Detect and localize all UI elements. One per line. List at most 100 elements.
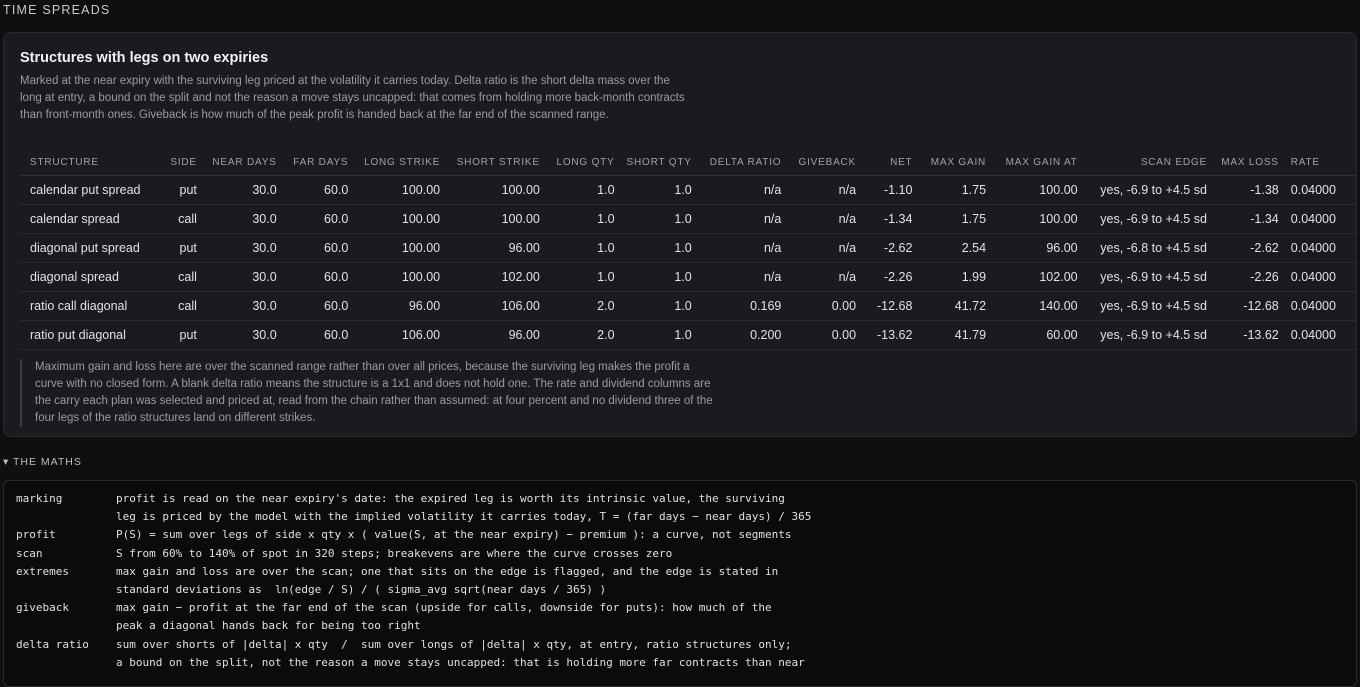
- table-cell: put: [157, 175, 203, 205]
- table-cell: 106.00: [354, 320, 447, 350]
- table-cell: ratio put diagonal: [20, 320, 158, 350]
- table-cell: yes, -6.9 to +4.5 sd: [1083, 175, 1213, 205]
- maths-term: delta ratio: [16, 637, 89, 651]
- table-cell: 30.0: [202, 204, 283, 234]
- table-cell: 1.75: [918, 204, 993, 234]
- table-cell: 0.04000: [1284, 320, 1356, 350]
- column-header: SHORT STRIKE: [446, 149, 546, 176]
- table-cell: 0.00: [787, 291, 863, 321]
- table-cell: 60.0: [282, 204, 355, 234]
- table-note: Maximum gain and loss here are over the …: [20, 359, 715, 427]
- table-cell: -2.62: [862, 233, 919, 263]
- table-cell: -1.10: [862, 175, 919, 205]
- maths-term: profit: [16, 528, 56, 542]
- table-cell: 96.00: [354, 291, 447, 321]
- maths-entry: delta ratio sum over shorts of |delta| x …: [4, 636, 1356, 672]
- table-cell: 60.0: [282, 233, 355, 263]
- table-cell: diagonal put spread: [20, 233, 158, 263]
- column-header: LONG QTY: [545, 149, 621, 176]
- table-cell: 2.0: [545, 291, 621, 321]
- table-cell: 60.0: [282, 262, 355, 292]
- table-cell: 60.00: [992, 320, 1084, 350]
- maths-definition-line: profit is read on the near expiry's date…: [116, 492, 785, 505]
- maths-term: giveback: [16, 601, 69, 615]
- table-cell: -1.34: [1212, 204, 1285, 234]
- table-cell: 0.04000: [1284, 291, 1356, 321]
- table-cell: 0.169: [697, 291, 788, 321]
- table-cell: -12.68: [1212, 291, 1285, 321]
- section-title: TIME SPREADS: [3, 3, 111, 17]
- table-cell: 1.0: [545, 204, 621, 234]
- table-cell: n/a: [697, 175, 788, 205]
- table-cell: -2.62: [1212, 233, 1285, 263]
- table-row: ratio call diagonal call 30.0 60.0 96.00 106.…: [20, 291, 1356, 321]
- table-cell: 100.00: [446, 175, 546, 205]
- table-cell: 102.00: [446, 262, 546, 292]
- table-cell: 30.0: [202, 320, 283, 350]
- table-cell: 1.0: [620, 175, 698, 205]
- maths-definition-line: a bound on the split, not the reason a m…: [116, 655, 805, 669]
- table-row: calendar spread call 30.0 60.0 100.00 100.00 1…: [20, 204, 1356, 234]
- table-row: calendar put spread put 30.0 60.0 100.00 100.…: [20, 175, 1356, 205]
- table-cell: 41.79: [918, 320, 993, 350]
- table-row: diagonal put spread put 30.0 60.0 100.00 96.0…: [20, 233, 1356, 263]
- table-cell: n/a: [787, 233, 863, 263]
- table-cell: 102.00: [992, 262, 1084, 292]
- table-cell: 1.0: [620, 320, 698, 350]
- maths-definition-line: leg is priced by the model with the impl…: [116, 510, 812, 524]
- table-cell: put: [157, 320, 203, 350]
- table-cell: 0.04000: [1284, 233, 1356, 263]
- table-cell: -1.38: [1212, 175, 1285, 205]
- table-cell: put: [157, 233, 203, 263]
- maths-definition-line: standard deviations as ln(edge / S) / ( …: [116, 582, 607, 596]
- table-cell: call: [157, 291, 203, 321]
- column-header: SIDE: [157, 149, 203, 176]
- table-cell: 60.0: [282, 291, 355, 321]
- column-header: MAX GAIN: [918, 149, 993, 176]
- table-cell: 106.00: [446, 291, 546, 321]
- table-row: diagonal spread call 30.0 60.0 100.00 102.00 1…: [20, 262, 1356, 292]
- column-header: MAX GAIN AT: [992, 149, 1084, 176]
- column-header: LONG STRIKE: [354, 149, 447, 176]
- table-cell: -13.62: [1212, 320, 1285, 350]
- table-cell: -13.62: [862, 320, 919, 350]
- table-cell: yes, -6.9 to +4.5 sd: [1083, 262, 1213, 292]
- table-cell: 100.00: [992, 204, 1084, 234]
- table-cell: n/a: [787, 175, 863, 205]
- table-header-row: STRUCTURE SIDE NEAR DAYS FAR DAYS LONG S…: [20, 149, 1356, 176]
- table-cell: 30.0: [202, 175, 283, 205]
- table-cell: yes, -6.9 to +4.5 sd: [1083, 320, 1213, 350]
- column-header: FAR DAYS: [282, 149, 355, 176]
- structures-table: STRUCTURE SIDE NEAR DAYS FAR DAYS LONG S…: [20, 149, 1356, 350]
- maths-entry: giveback max gain − profit at the far end…: [4, 599, 1356, 635]
- table-cell: 30.0: [202, 233, 283, 263]
- table-cell: n/a: [697, 262, 788, 292]
- structures-table-container[interactable]: STRUCTURE SIDE NEAR DAYS FAR DAYS LONG S…: [20, 149, 1356, 351]
- table-cell: -2.26: [862, 262, 919, 292]
- column-header: STRUCTURE: [20, 149, 158, 176]
- maths-toggle[interactable]: ▾ THE MATHS: [3, 456, 82, 468]
- table-cell: -2.26: [1212, 262, 1285, 292]
- table-cell: 100.00: [992, 175, 1084, 205]
- table-cell: 0.00: [787, 320, 863, 350]
- table-cell: 100.00: [446, 204, 546, 234]
- table-cell: 140.00: [992, 291, 1084, 321]
- table-cell: 1.0: [545, 175, 621, 205]
- table-cell: n/a: [787, 204, 863, 234]
- maths-entry: scan S from 60% to 140% of spot in 320 st…: [4, 545, 1356, 563]
- table-cell: 100.00: [354, 175, 447, 205]
- table-cell: 96.00: [446, 320, 546, 350]
- maths-definition-line: peak a diagonal hands back for being too…: [116, 619, 421, 633]
- table-cell: ratio call diagonal: [20, 291, 158, 321]
- table-cell: 1.0: [620, 233, 698, 263]
- table-cell: 41.72: [918, 291, 993, 321]
- table-cell: yes, -6.9 to +4.5 sd: [1083, 291, 1213, 321]
- table-cell: 60.0: [282, 175, 355, 205]
- maths-entry: profit P(S) = sum over legs of side x qty…: [4, 526, 1356, 544]
- maths-entry: marking profit is read on the near expiry…: [4, 490, 1356, 526]
- table-cell: calendar put spread: [20, 175, 158, 205]
- column-header: NET: [862, 149, 919, 176]
- table-cell: 60.0: [282, 320, 355, 350]
- table-cell: 30.0: [202, 291, 283, 321]
- table-cell: 100.00: [354, 262, 447, 292]
